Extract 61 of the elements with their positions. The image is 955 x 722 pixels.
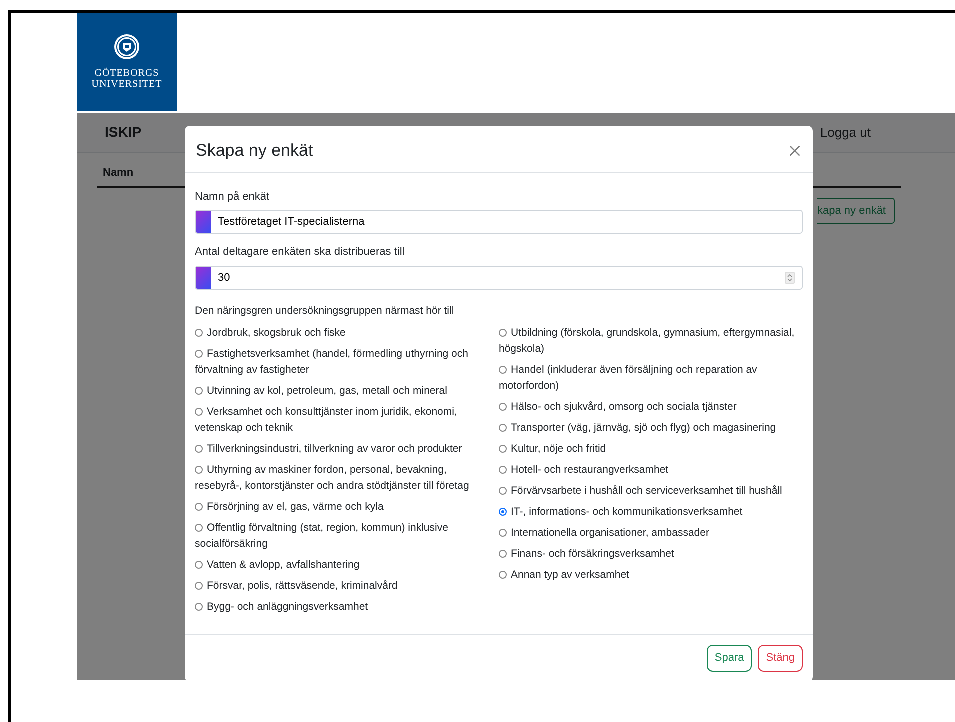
logo-text: UNIVERSITET — [92, 79, 162, 90]
radio-button[interactable] — [195, 445, 203, 454]
radio-button[interactable] — [195, 603, 203, 612]
option-label[interactable]: Bygg- och anläggningsverksamhet — [195, 599, 493, 616]
radio-button[interactable] — [195, 561, 203, 570]
radio-button[interactable] — [195, 350, 203, 358]
option-label[interactable]: Uthyrning av maskiner fordon, personal, bevakning, resebyrå-, kontorstjänster och andra stödtjänster till företag — [195, 462, 493, 494]
option-label[interactable]: Tillverkningsindustri, tillverkning av varor och produkter — [195, 441, 493, 458]
spinner-icon[interactable] — [785, 272, 795, 284]
option-label[interactable]: IT-, informations- och kommunikationsverksamhet — [499, 504, 795, 520]
square-icon — [196, 211, 211, 233]
option-label[interactable]: Försörjning av el, gas, värme och kyla — [195, 499, 493, 516]
radio-button[interactable] — [195, 466, 203, 474]
radio-button[interactable] — [499, 403, 507, 412]
radio-button[interactable] — [499, 466, 507, 474]
radio-button[interactable] — [195, 387, 203, 396]
radio-button[interactable] — [499, 329, 507, 338]
option-label[interactable]: Finans- och försäkringsverksamhet — [499, 546, 795, 562]
option-label[interactable]: Verksamhet och konsulttjänster inom juridik, ekonomi, vetenskap och teknik — [195, 404, 493, 436]
radio-button[interactable] — [499, 550, 507, 558]
seal-icon — [114, 34, 140, 60]
group-label: Den näringsgren undersökningsgruppen närmast hör till — [195, 304, 456, 318]
option-label[interactable]: Transporter (väg, järnväg, sjö och flyg) och magasinering — [499, 420, 795, 436]
option-label[interactable]: Hälso- och sjukvård, omsorg och sociala tjänster — [499, 399, 795, 416]
radio-button[interactable] — [499, 487, 507, 496]
radio-button[interactable] — [499, 445, 507, 454]
logout-link[interactable]: Logga ut — [820, 122, 871, 142]
radio-button[interactable] — [195, 524, 203, 532]
option-label[interactable]: Utbildning (förskola, grundskola, gymnasium, eftergymnasial, högskola) — [499, 325, 795, 358]
column-header: Namn — [103, 167, 134, 179]
option-label[interactable]: Kultur, nöje och fritid — [499, 441, 795, 458]
field-label: Namn på enkät — [195, 190, 271, 204]
option-label[interactable]: Vatten & avlopp, avfallshantering — [195, 557, 493, 574]
option-label[interactable]: Jordbruk, skogsbruk och fiske — [195, 325, 493, 342]
option-label[interactable]: Handel (inkluderar även försäljning och reparation av motorfordon) — [499, 362, 795, 394]
option-label[interactable]: Utvinning av kol, petroleum, gas, metall och mineral — [195, 383, 493, 400]
number-field[interactable]: 30 — [195, 266, 803, 290]
option-label[interactable]: Försvar, polis, rättsväsende, kriminalvård — [195, 578, 493, 594]
radio-button[interactable] — [195, 329, 203, 338]
radio-button[interactable] — [195, 582, 203, 590]
save-button[interactable]: Spara — [706, 645, 752, 672]
option-label[interactable]: Hotell- och restaurangverksamhet — [499, 462, 795, 478]
app-brand[interactable]: ISKIP — [105, 122, 142, 143]
radio-button[interactable] — [195, 503, 203, 512]
modal-title: Skapa ny enkät — [196, 140, 314, 162]
radio-button[interactable] — [195, 408, 203, 416]
input-field[interactable]: Testföretaget IT-specialisterna — [195, 210, 803, 234]
radio-button[interactable] — [499, 508, 507, 516]
logo-text: GÖTEBORGS — [94, 68, 160, 79]
option-label[interactable]: Fastighetsverksamhet (handel, förmedling uthyrning och förvaltning av fastigheter — [195, 346, 493, 378]
option-label[interactable]: Internationella organisationer, ambassader — [499, 525, 795, 542]
option-label[interactable]: Förvärvsarbete i hushåll och serviceverksamhet till hushåll — [499, 483, 795, 500]
option-label[interactable]: Annan typ av verksamhet — [499, 567, 795, 584]
radio-button[interactable] — [499, 571, 507, 580]
radio-button[interactable] — [499, 529, 507, 538]
radio-button[interactable] — [499, 424, 507, 432]
square-icon — [196, 266, 211, 288]
option-label[interactable]: Offentlig förvaltning (stat, region, kommun) inklusive socialförsäkring — [195, 520, 493, 552]
close-button[interactable]: Stäng — [758, 645, 803, 672]
field-label: Antal deltagare enkäten ska distribueras till — [195, 245, 406, 260]
radio-button[interactable] — [499, 366, 507, 374]
